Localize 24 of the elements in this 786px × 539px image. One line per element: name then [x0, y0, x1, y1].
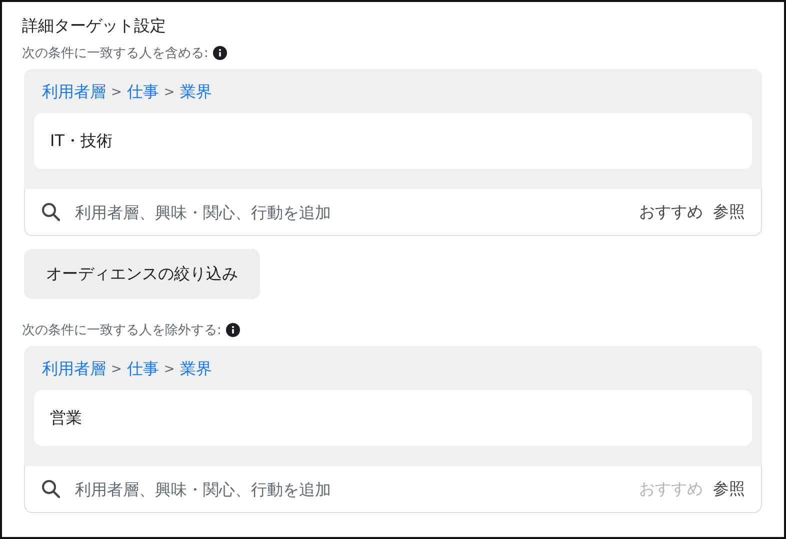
- selected-item: 営業: [34, 390, 752, 446]
- breadcrumb-separator: >: [111, 362, 122, 376]
- breadcrumb-separator: >: [164, 84, 175, 100]
- narrow-audience-button[interactable]: オーディエンスの絞り込み: [24, 249, 260, 299]
- selected-item: IT・技術: [34, 113, 752, 169]
- breadcrumb-separator: >: [111, 84, 122, 100]
- section-title: 詳細ターゲット設定: [22, 15, 167, 37]
- breadcrumb-link[interactable]: 仕事: [126, 82, 159, 102]
- breadcrumb-link[interactable]: 利用者層: [42, 358, 106, 380]
- breadcrumb-link[interactable]: 業界: [180, 82, 212, 102]
- info-icon: [226, 323, 240, 337]
- info-icon: [213, 46, 228, 60]
- section-heading: 次の条件に一致する人を含める:: [22, 45, 208, 62]
- search-icon: [41, 479, 61, 499]
- breadcrumb-separator: >: [164, 362, 175, 376]
- search-field[interactable]: 利用者層、興味・関心、行動を追加 おすすめ 参照: [24, 189, 762, 236]
- section-heading: 次の条件に一致する人を除外する:: [22, 322, 222, 339]
- breadcrumb-link[interactable]: 利用者層: [42, 82, 106, 102]
- browse-link[interactable]: 参照: [713, 478, 745, 500]
- search-icon: [41, 202, 61, 222]
- browse-link[interactable]: 参照: [713, 202, 745, 222]
- breadcrumb-link[interactable]: 仕事: [126, 358, 159, 380]
- breadcrumb-link[interactable]: 業界: [180, 358, 212, 380]
- suggestions-link[interactable]: おすすめ: [639, 202, 703, 222]
